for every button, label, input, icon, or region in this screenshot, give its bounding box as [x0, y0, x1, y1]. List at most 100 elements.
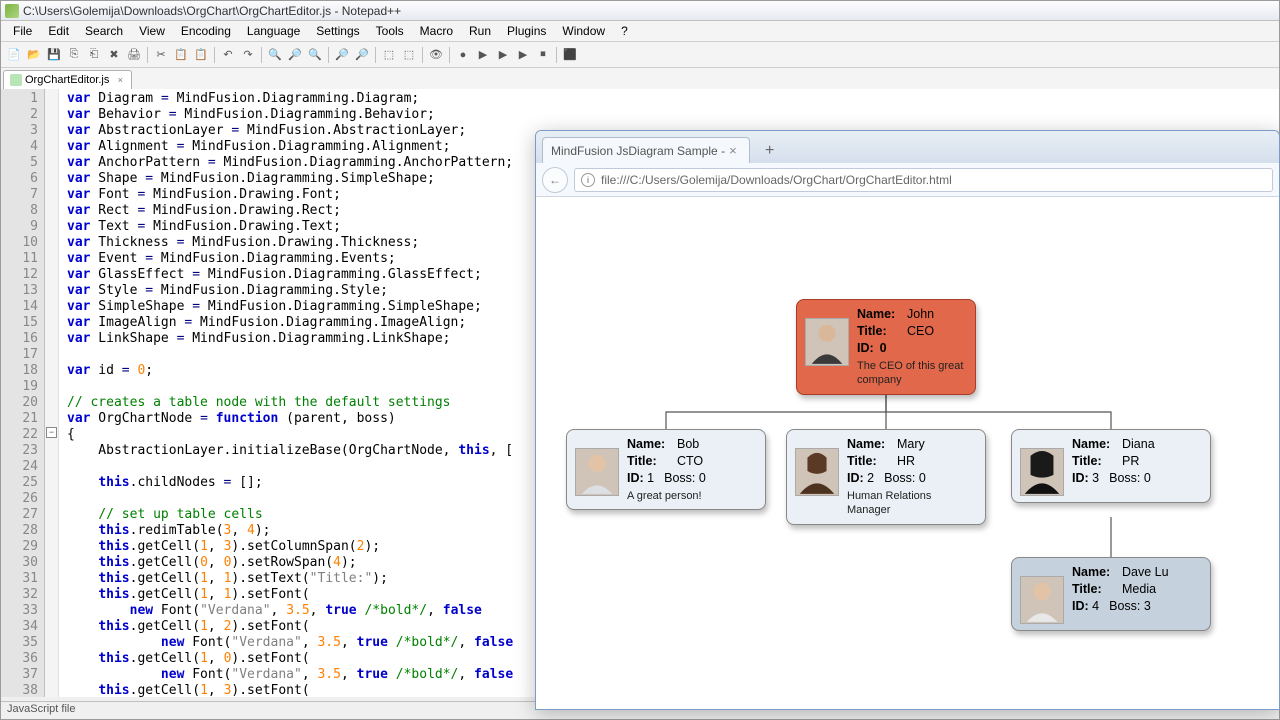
- toolbar-button[interactable]: ⏹: [534, 46, 552, 64]
- node-info: Name:Diana Title:PR ID: 3Boss: 0: [1072, 436, 1202, 496]
- line-number-gutter: 1234567891011121314151617181920212223242…: [1, 89, 45, 697]
- browser-tabstrip[interactable]: MindFusion JsDiagram Sample - × +: [536, 131, 1279, 163]
- node-comment: A great person!: [627, 489, 757, 504]
- avatar: [575, 448, 619, 496]
- menu-macro[interactable]: Macro: [412, 22, 461, 40]
- menu-settings[interactable]: Settings: [308, 22, 367, 40]
- npp-titlebar[interactable]: C:\Users\Golemija\Downloads\OrgChart\Org…: [1, 1, 1279, 21]
- title-label: Title:: [847, 453, 891, 470]
- toolbar-button[interactable]: 📄: [5, 46, 23, 64]
- menu-plugins[interactable]: Plugins: [499, 22, 554, 40]
- back-button[interactable]: ←: [542, 167, 568, 193]
- url-text: file:///C:/Users/Golemija/Downloads/OrgC…: [601, 173, 952, 187]
- url-field[interactable]: i file:///C:/Users/Golemija/Downloads/Or…: [574, 168, 1273, 192]
- npp-tabbar[interactable]: OrgChartEditor.js ×: [1, 68, 1279, 89]
- title-value: PR: [1122, 453, 1139, 470]
- node-comment: Human Relations Manager: [847, 489, 977, 519]
- node-info: Name:John Title:CEO ID:0 The CEO of this…: [857, 306, 967, 388]
- name-value: Mary: [897, 436, 925, 453]
- toolbar-button[interactable]: ⬚: [400, 46, 418, 64]
- toolbar-button[interactable]: ▶: [474, 46, 492, 64]
- avatar: [1020, 448, 1064, 496]
- node-info: Name:Dave Lu Title:Media ID: 4Boss: 3: [1072, 564, 1202, 624]
- toolbar-button[interactable]: 👁: [427, 46, 445, 64]
- name-value: John: [907, 306, 934, 323]
- site-info-icon[interactable]: i: [581, 173, 595, 187]
- toolbar-button[interactable]: ↶: [219, 46, 237, 64]
- toolbar-button[interactable]: 🔎: [353, 46, 371, 64]
- npp-toolbar[interactable]: 📄📂💾⎘⎗✖🖨✂📋📋↶↷🔍🔎🔍🔎🔎⬚⬚👁●▶▶▶⏹⬛: [1, 42, 1279, 68]
- toolbar-button[interactable]: ↷: [239, 46, 257, 64]
- toolbar-button[interactable]: ▶: [494, 46, 512, 64]
- toolbar-button[interactable]: ▶: [514, 46, 532, 64]
- editor-tab[interactable]: OrgChartEditor.js ×: [3, 70, 132, 89]
- toolbar-button[interactable]: ●: [454, 46, 472, 64]
- toolbar-button[interactable]: 🔎: [333, 46, 351, 64]
- menu-run[interactable]: Run: [461, 22, 499, 40]
- toolbar-button[interactable]: 🔍: [306, 46, 324, 64]
- toolbar-button[interactable]: 📂: [25, 46, 43, 64]
- npp-menubar[interactable]: FileEditSearchViewEncodingLanguageSettin…: [1, 21, 1279, 42]
- file-icon: [10, 74, 22, 86]
- menu-edit[interactable]: Edit: [40, 22, 77, 40]
- close-icon[interactable]: ×: [725, 143, 741, 158]
- browser-content[interactable]: Name:John Title:CEO ID:0 The CEO of this…: [536, 197, 1279, 709]
- browser-address-bar: ← i file:///C:/Users/Golemija/Downloads/…: [536, 163, 1279, 197]
- name-value: Diana: [1122, 436, 1155, 453]
- avatar: [805, 318, 849, 366]
- avatar: [795, 448, 839, 496]
- name-label: Name:: [627, 436, 671, 453]
- menu-tools[interactable]: Tools: [368, 22, 412, 40]
- menu-window[interactable]: Window: [554, 22, 613, 40]
- browser-tab-title: MindFusion JsDiagram Sample -: [551, 144, 725, 158]
- npp-title: C:\Users\Golemija\Downloads\OrgChart\Org…: [23, 4, 401, 18]
- name-value: Dave Lu: [1122, 564, 1169, 581]
- title-label: Title:: [1072, 453, 1116, 470]
- fold-toggle-icon[interactable]: −: [46, 427, 57, 438]
- toolbar-button[interactable]: ⬛: [561, 46, 579, 64]
- back-arrow-icon: ←: [549, 173, 561, 187]
- new-tab-button[interactable]: +: [758, 139, 782, 163]
- browser-tab[interactable]: MindFusion JsDiagram Sample - ×: [542, 137, 750, 163]
- title-label: Title:: [857, 323, 901, 340]
- title-value: CTO: [677, 453, 703, 470]
- close-tab-icon[interactable]: ×: [115, 75, 125, 85]
- name-label: Name:: [847, 436, 891, 453]
- fold-margin[interactable]: −: [45, 89, 59, 697]
- menu-file[interactable]: File: [5, 22, 40, 40]
- title-value: Media: [1122, 581, 1156, 598]
- org-node-2[interactable]: Name:Mary Title:HR ID: 2Boss: 0 Human Re…: [786, 429, 986, 525]
- id-value: 0: [880, 340, 887, 357]
- org-node-3[interactable]: Name:Diana Title:PR ID: 3Boss: 0: [1011, 429, 1211, 503]
- node-info: Name:Mary Title:HR ID: 2Boss: 0 Human Re…: [847, 436, 977, 518]
- menu-encoding[interactable]: Encoding: [173, 22, 239, 40]
- toolbar-button[interactable]: 🔍: [266, 46, 284, 64]
- name-value: Bob: [677, 436, 699, 453]
- name-label: Name:: [1072, 436, 1116, 453]
- title-value: HR: [897, 453, 915, 470]
- toolbar-button[interactable]: ⎗: [85, 46, 103, 64]
- browser-window[interactable]: MindFusion JsDiagram Sample - × + ← i fi…: [535, 130, 1280, 710]
- toolbar-button[interactable]: 💾: [45, 46, 63, 64]
- name-label: Name:: [1072, 564, 1116, 581]
- toolbar-button[interactable]: ✖: [105, 46, 123, 64]
- toolbar-button[interactable]: 🔎: [286, 46, 304, 64]
- toolbar-button[interactable]: 🖨: [125, 46, 143, 64]
- avatar: [1020, 576, 1064, 624]
- toolbar-button[interactable]: ⬚: [380, 46, 398, 64]
- id-label: ID:: [857, 340, 874, 357]
- org-node-4[interactable]: Name:Dave Lu Title:Media ID: 4Boss: 3: [1011, 557, 1211, 631]
- org-node-root[interactable]: Name:John Title:CEO ID:0 The CEO of this…: [796, 299, 976, 395]
- menu-language[interactable]: Language: [239, 22, 308, 40]
- toolbar-button[interactable]: ⎘: [65, 46, 83, 64]
- menu-view[interactable]: View: [131, 22, 173, 40]
- org-node-1[interactable]: Name:Bob Title:CTO ID: 1Boss: 0 A great …: [566, 429, 766, 510]
- menu-help[interactable]: ?: [613, 22, 636, 40]
- toolbar-button[interactable]: 📋: [172, 46, 190, 64]
- menu-search[interactable]: Search: [77, 22, 131, 40]
- node-info: Name:Bob Title:CTO ID: 1Boss: 0 A great …: [627, 436, 757, 503]
- toolbar-button[interactable]: ✂: [152, 46, 170, 64]
- tab-filename: OrgChartEditor.js: [25, 74, 109, 86]
- toolbar-button[interactable]: 📋: [192, 46, 210, 64]
- node-comment: The CEO of this great company: [857, 359, 967, 389]
